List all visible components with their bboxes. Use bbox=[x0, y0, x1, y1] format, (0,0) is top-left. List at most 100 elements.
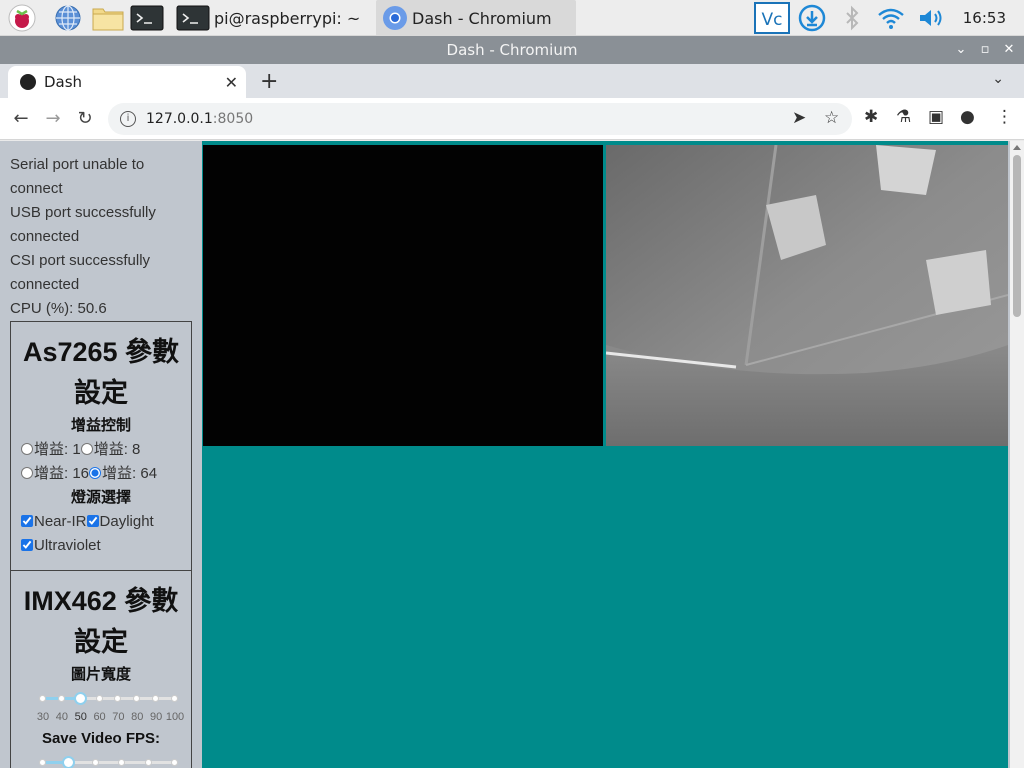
send-icon[interactable]: ➤ bbox=[792, 108, 806, 128]
taskbar-chromium-label: Dash - Chromium bbox=[412, 8, 552, 28]
bluetooth-icon[interactable] bbox=[838, 4, 866, 32]
gain-heading: 增益控制 bbox=[70, 417, 131, 434]
menu-kebab-icon[interactable]: ⋮ bbox=[996, 107, 1013, 127]
slider-mark-label: 90 bbox=[150, 711, 163, 723]
forward-arrow-icon[interactable]: → bbox=[40, 106, 66, 132]
tab-strip: Dash ✕ + ⌄ bbox=[0, 64, 1024, 98]
slider-handle[interactable] bbox=[73, 692, 87, 705]
gain-radio-64[interactable] bbox=[89, 467, 102, 479]
slider-dot[interactable] bbox=[171, 759, 178, 766]
reload-icon[interactable]: ↻ bbox=[72, 106, 98, 132]
labs-flask-icon[interactable]: ⚗ bbox=[896, 107, 911, 127]
bookmark-star-icon[interactable]: ☆ bbox=[824, 108, 839, 128]
side-panel-icon[interactable]: ▣ bbox=[928, 107, 944, 127]
gain-option[interactable]: 增益: 8 bbox=[80, 441, 140, 458]
tab-dash[interactable]: Dash ✕ bbox=[8, 66, 246, 98]
slider-dot[interactable] bbox=[152, 695, 160, 702]
slider-dot[interactable] bbox=[171, 695, 178, 702]
status-serial: Serial port unable to connect bbox=[10, 156, 145, 197]
as7265-title: As7265 參數設定 bbox=[22, 337, 180, 408]
gain-option[interactable]: 增益: 64 bbox=[89, 465, 157, 482]
camera-image bbox=[606, 145, 1008, 446]
address-bar[interactable]: i 127.0.0.1:8050 ➤ ☆ bbox=[108, 103, 852, 135]
slider-dot[interactable] bbox=[114, 695, 122, 702]
light-option[interactable]: Ultraviolet bbox=[21, 537, 101, 554]
dash-page: Serial port unable to connect USB port s… bbox=[0, 141, 1024, 768]
fps-heading: Save Video FPS: bbox=[41, 730, 161, 747]
svg-text:Vc: Vc bbox=[762, 10, 783, 30]
taskbar-terminal-label: pi@raspberrypi: ~ bbox=[214, 8, 361, 28]
wifi-icon[interactable] bbox=[876, 4, 906, 32]
slider-dot[interactable] bbox=[118, 759, 126, 766]
taskbar: pi@raspberrypi: ~ Dash - Chromium Vc 16:… bbox=[0, 0, 1024, 36]
slider-dot[interactable] bbox=[39, 759, 46, 766]
slider-mark-label: 30 bbox=[36, 711, 50, 723]
imx462-camera-feed bbox=[606, 145, 1008, 446]
taskbar-terminal-task[interactable]: pi@raspberrypi: ~ bbox=[176, 0, 360, 36]
slider-mark-label: 70 bbox=[112, 711, 125, 723]
scrollbar-thumb[interactable] bbox=[1013, 155, 1021, 317]
dash-favicon-icon bbox=[20, 74, 36, 90]
page-scrollbar[interactable] bbox=[1010, 141, 1024, 768]
light-option[interactable]: Daylight bbox=[86, 513, 154, 530]
as7265-panel: As7265 參數設定 增益控制 增益: 1 增益: 8增益: 16 增益: 64 … bbox=[10, 321, 192, 571]
file-manager-icon[interactable] bbox=[92, 4, 124, 32]
close-window-icon[interactable]: ✕ bbox=[998, 36, 1020, 64]
width-slider-marks: 30 40 50 60 70 80 90 100 bbox=[21, 709, 185, 727]
width-slider[interactable] bbox=[39, 689, 178, 709]
imx462-title: IMX462 參數設定 bbox=[23, 586, 179, 657]
web-browser-icon[interactable] bbox=[54, 4, 82, 32]
gain-radio-8[interactable] bbox=[80, 443, 93, 455]
site-info-icon[interactable]: i bbox=[120, 111, 136, 127]
slider-dot[interactable] bbox=[57, 695, 65, 702]
slider-dot[interactable] bbox=[91, 759, 99, 766]
terminal-icon bbox=[176, 5, 210, 31]
gain-radio-1[interactable] bbox=[21, 443, 33, 455]
extensions-puzzle-icon[interactable]: ✱ bbox=[864, 107, 878, 127]
slider-mark-label: 60 bbox=[93, 711, 106, 723]
volume-icon[interactable] bbox=[916, 4, 946, 32]
tab-search-chevron-icon[interactable]: ⌄ bbox=[992, 71, 1004, 87]
slider-dot[interactable] bbox=[133, 695, 141, 702]
gain-option[interactable]: 增益: 1 bbox=[21, 441, 81, 458]
imx462-panel: IMX462 參數設定 圖片寬度 30 40 50 60 70 80 90 100 Save … bbox=[10, 571, 192, 768]
daylight-checkbox[interactable] bbox=[86, 515, 99, 527]
window-titlebar: Dash - Chromium ⌄ ▫ ✕ bbox=[0, 36, 1024, 64]
new-tab-icon[interactable]: + bbox=[260, 69, 278, 94]
clock: 16:53 bbox=[962, 9, 1006, 27]
taskbar-chromium-task[interactable]: Dash - Chromium bbox=[376, 0, 576, 36]
tab-title: Dash bbox=[44, 73, 83, 91]
light-checkbox-group: Near-IR Daylight Ultraviolet bbox=[21, 510, 181, 558]
download-icon[interactable] bbox=[798, 4, 826, 32]
slider-mark-label: 50 bbox=[74, 711, 87, 723]
near-ir-checkbox[interactable] bbox=[21, 515, 33, 527]
fps-slider[interactable] bbox=[39, 753, 178, 768]
profile-avatar-icon[interactable]: ● bbox=[960, 107, 975, 127]
status-usb: USB port successfully connected bbox=[10, 204, 156, 245]
minimize-icon[interactable]: ⌄ bbox=[950, 36, 972, 64]
main-content bbox=[202, 141, 1008, 768]
address-url[interactable]: 127.0.0.1:8050 bbox=[146, 111, 253, 127]
gain-radio-16[interactable] bbox=[21, 467, 33, 479]
slider-dot[interactable] bbox=[39, 695, 46, 702]
width-heading: 圖片寬度 bbox=[70, 666, 131, 683]
slider-dot[interactable] bbox=[144, 759, 152, 766]
slider-dot[interactable] bbox=[95, 695, 103, 702]
back-arrow-icon[interactable]: ← bbox=[8, 106, 34, 132]
spectral-camera-feed bbox=[203, 145, 603, 446]
vnc-icon[interactable]: Vc bbox=[754, 2, 790, 34]
slider-mark-label: 80 bbox=[131, 711, 144, 723]
scroll-up-icon[interactable] bbox=[1013, 145, 1021, 150]
terminal-launcher-icon[interactable] bbox=[130, 4, 164, 32]
close-tab-icon[interactable]: ✕ bbox=[225, 73, 238, 92]
window-title: Dash - Chromium bbox=[446, 41, 578, 59]
status-csi: CSI port successfully connected bbox=[10, 252, 151, 293]
light-option[interactable]: Near-IR bbox=[21, 513, 87, 530]
gain-option[interactable]: 增益: 16 bbox=[21, 465, 89, 482]
ultraviolet-checkbox[interactable] bbox=[21, 539, 33, 551]
slider-handle[interactable] bbox=[62, 756, 76, 768]
maximize-icon[interactable]: ▫ bbox=[974, 36, 996, 64]
gain-radio-group: 增益: 1 增益: 8 增益: 16 增益: 64 bbox=[21, 438, 181, 486]
slider-mark-label: 100 bbox=[165, 711, 185, 723]
raspberry-menu-icon[interactable] bbox=[8, 4, 36, 32]
